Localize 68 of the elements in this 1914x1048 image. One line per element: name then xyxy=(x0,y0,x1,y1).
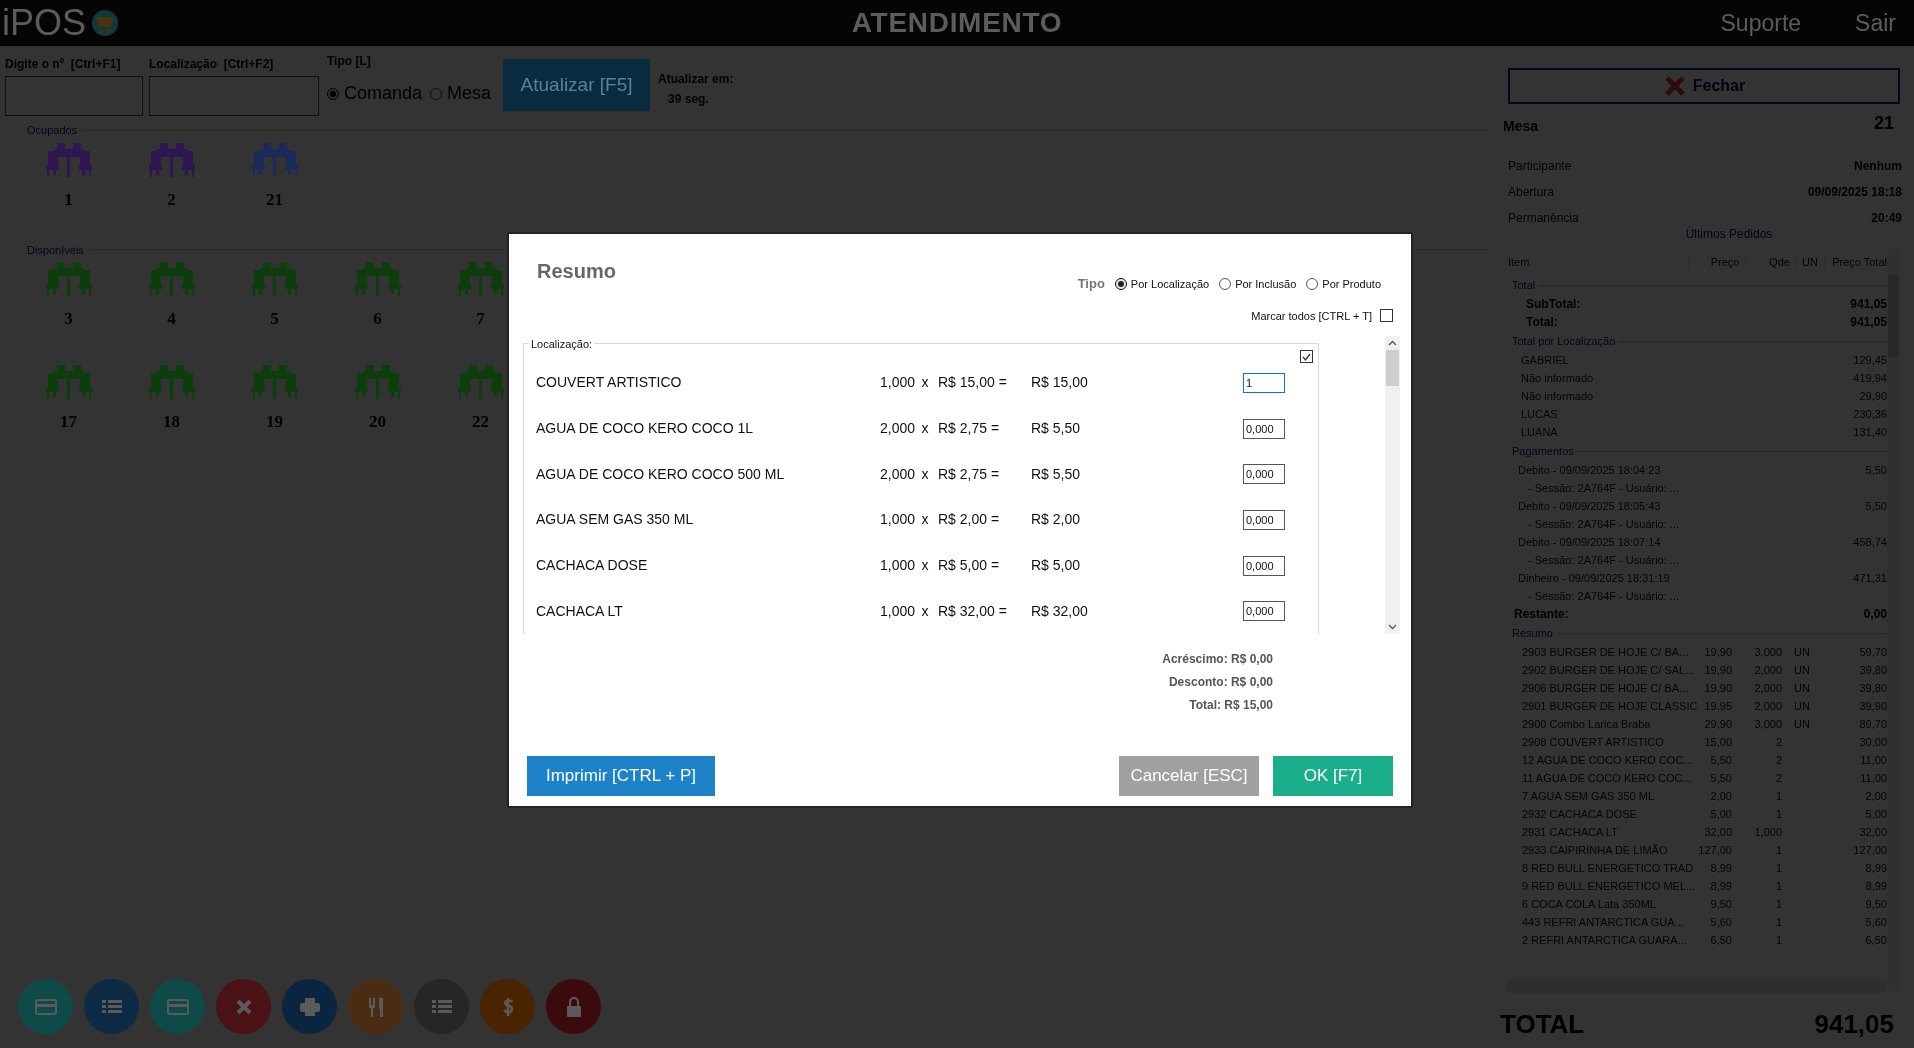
action-button[interactable] xyxy=(150,979,205,1034)
header-link[interactable]: Sair xyxy=(1855,5,1896,41)
product-price: R$ 32,00 = xyxy=(937,601,1008,621)
product-total: R$ 5,50 xyxy=(1031,419,1082,438)
product-quantity: 1,000 xyxy=(878,556,915,575)
cancel-button[interactable]: Cancelar [ESC] xyxy=(1119,756,1259,796)
summary-line: Total: R$ 15,00 xyxy=(1189,697,1273,714)
action-button[interactable] xyxy=(480,979,535,1034)
app-logo: iPOS xyxy=(2,5,87,41)
select-all-label: Marcar todos [CTRL + T] xyxy=(1251,308,1372,324)
multiply-sign: x xyxy=(920,601,930,621)
print-button[interactable]: Imprimir [CTRL + P] xyxy=(527,756,715,796)
checkbox[interactable] xyxy=(1300,350,1313,363)
quantity-field[interactable]: 0,000 xyxy=(1243,464,1285,485)
quantity-field[interactable]: 0,000 xyxy=(1243,555,1285,576)
header-link[interactable]: Suporte xyxy=(1720,5,1802,41)
product-price: R$ 5,00 = xyxy=(937,556,1001,575)
radio-label[interactable]: Por Localização xyxy=(1130,275,1210,292)
page-title: ATENDIMENTO xyxy=(850,6,1064,40)
product-total: R$ 5,50 xyxy=(1031,464,1082,484)
product-total: R$ 5,00 xyxy=(1031,556,1082,575)
product-price: R$ 2,00 = xyxy=(937,510,1001,530)
multiply-sign: x xyxy=(920,556,930,575)
radio-label[interactable]: Por Produto xyxy=(1322,275,1381,292)
type-label: Tipo xyxy=(1077,275,1105,293)
radio-label[interactable]: Por Inclusão xyxy=(1235,275,1297,292)
radio-button[interactable] xyxy=(1114,277,1127,290)
ok-button[interactable]: OK [F7] xyxy=(1273,756,1393,796)
product-name: CACHACA DOSE xyxy=(535,556,649,575)
quantity-field[interactable]: 1 xyxy=(1243,372,1285,393)
product-price: R$ 15,00 = xyxy=(937,373,1008,393)
multiply-sign: x xyxy=(920,510,930,530)
multiply-sign: x xyxy=(920,419,930,438)
product-total: R$ 2,00 xyxy=(1031,510,1082,530)
multiply-sign: x xyxy=(920,373,930,393)
refresh-button[interactable]: Atualizar [F5] xyxy=(503,59,651,111)
radio-button[interactable] xyxy=(1219,277,1232,290)
product-quantity: 1,000 xyxy=(878,373,915,393)
radio-button[interactable] xyxy=(1306,277,1319,290)
action-button[interactable] xyxy=(84,979,139,1034)
product-price: R$ 2,75 = xyxy=(937,464,1001,484)
product-name: AGUA DE COCO KERO COCO 1L xyxy=(535,419,755,438)
product-name: COUVERT ARTISTICO xyxy=(535,373,683,393)
dialog-title: Resumo xyxy=(537,259,616,284)
product-quantity: 2,000 xyxy=(878,419,915,438)
product-total: R$ 15,00 xyxy=(1031,373,1089,393)
quantity-field[interactable]: 0,000 xyxy=(1243,509,1285,530)
product-name: AGUA SEM GAS 350 ML xyxy=(535,510,695,530)
product-name: CACHACA LT xyxy=(535,601,624,621)
action-button[interactable] xyxy=(282,979,337,1034)
multiply-sign: x xyxy=(920,464,930,484)
summary-line: Desconto: R$ 0,00 xyxy=(1168,674,1273,691)
quantity-field[interactable]: 0,000 xyxy=(1243,418,1285,439)
product-quantity: 1,000 xyxy=(878,601,915,621)
summary-line: Acréscimo: R$ 0,00 xyxy=(1162,651,1273,668)
product-quantity: 1,000 xyxy=(878,510,915,530)
product-quantity: 2,000 xyxy=(878,464,915,484)
product-total: R$ 32,00 xyxy=(1031,601,1089,621)
checkbox[interactable] xyxy=(1380,309,1393,323)
vertical-scrollbar[interactable] xyxy=(1385,336,1400,634)
action-button[interactable] xyxy=(18,979,73,1034)
product-price: R$ 2,75 = xyxy=(937,419,1001,438)
product-name: AGUA DE COCO KERO COCO 500 ML xyxy=(535,464,786,484)
action-button[interactable] xyxy=(216,979,271,1034)
action-button[interactable] xyxy=(546,979,601,1034)
scrollbar-thumb[interactable] xyxy=(1386,350,1399,386)
basket-icon xyxy=(90,8,121,38)
quantity-field[interactable]: 0,000 xyxy=(1243,601,1285,622)
